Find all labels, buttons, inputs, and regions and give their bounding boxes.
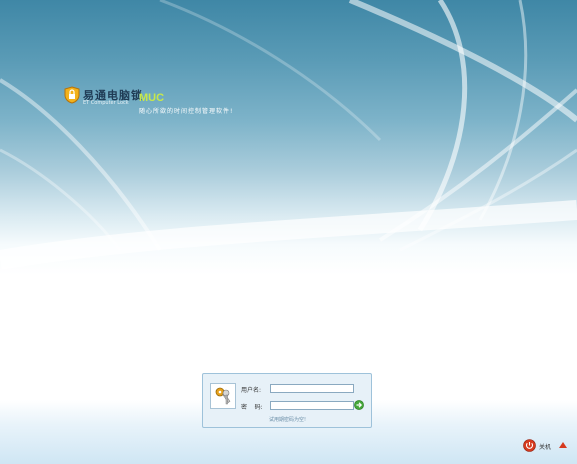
app-edition: MUC: [139, 92, 165, 104]
login-panel: 用户名: 密 码: 试用期密码为空!: [202, 373, 372, 428]
app-subtitle: ET Computer Lock: [83, 100, 129, 106]
trial-password-hint: 试用期密码为空!: [269, 417, 307, 423]
password-input[interactable]: [270, 401, 354, 410]
password-label: 密 码:: [241, 404, 263, 411]
app-slogan: 随心所欲的时间控制管理软件!: [139, 108, 234, 115]
shield-lock-icon: [64, 86, 80, 104]
login-go-button[interactable]: [354, 400, 364, 410]
app-logo: 易通电脑锁 ET Computer Lock MUC 随心所欲的时间控制管理软件…: [64, 86, 274, 126]
shutdown-button[interactable]: 关机: [539, 442, 551, 451]
power-icon[interactable]: [523, 439, 536, 452]
arrow-up-icon[interactable]: [558, 440, 568, 450]
username-label: 用户名:: [241, 387, 262, 394]
username-input[interactable]: [270, 384, 354, 393]
keys-icon: [210, 383, 236, 409]
